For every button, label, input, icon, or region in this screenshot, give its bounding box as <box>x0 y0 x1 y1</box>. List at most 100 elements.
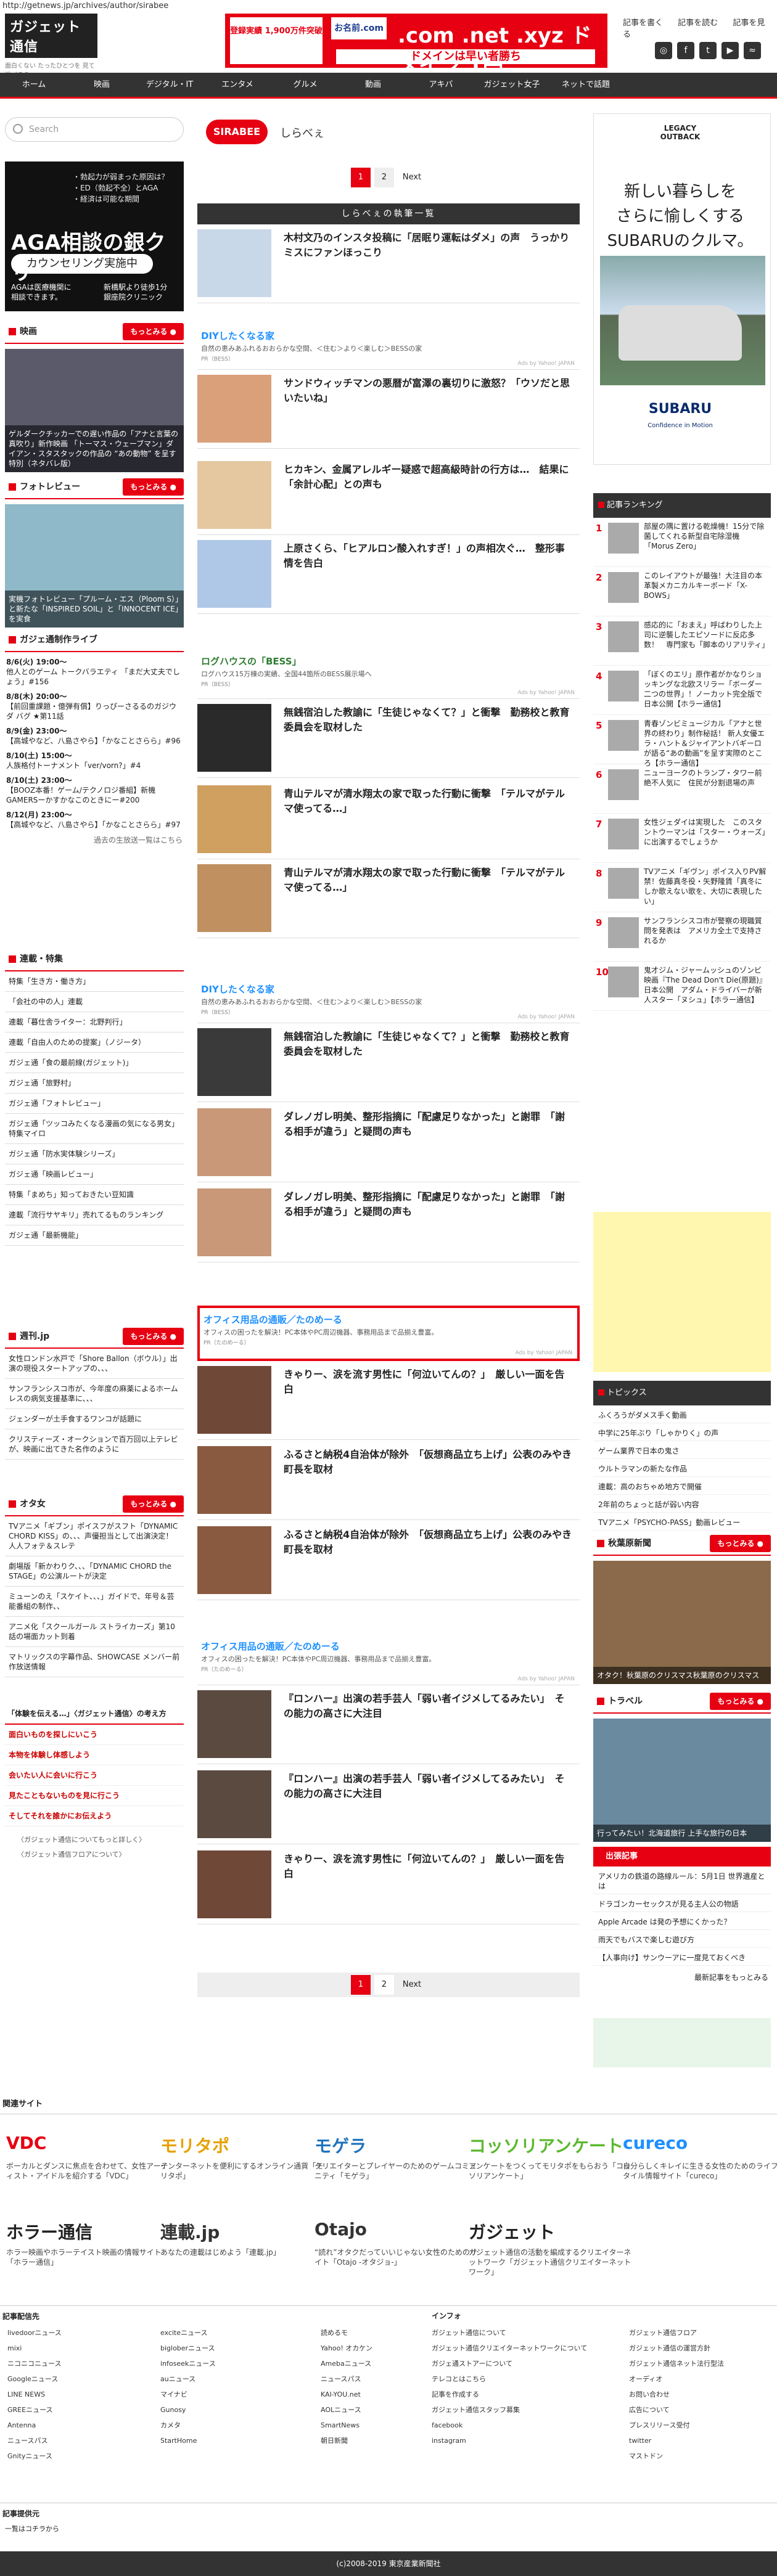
article-title[interactable]: ふるさと納税4自治体が除外 「仮想商品立ち上げ」公表のみやき町長を取材 <box>284 1447 574 1477</box>
ranking-item[interactable]: 4 「ぼくのエリ」原作者がかなりショッキングな北欧スリラー「ボーダー 二つの世界」… <box>593 666 771 715</box>
ranking-item[interactable]: 3 感応的に「おまえ」呼ばわりした上司に逆襲したエピソードに反応多数！ 専門家も「… <box>593 616 771 666</box>
related-site[interactable]: 連載.jp あなたの連載はじめよう「連載.jp」 <box>160 2219 327 2257</box>
series-item[interactable]: ガジェ通「食の最前線(ガジェット)」 <box>5 1053 184 1073</box>
more-button[interactable]: もっとみる <box>123 1495 184 1513</box>
article-thumb[interactable] <box>197 864 271 932</box>
ranking-item[interactable]: 6 ニューヨークのトランプ・タワー前絶不人気に 住民が分割退場の声 <box>593 764 771 814</box>
article-title[interactable]: ふるさと納税4自治体が除外 「仮想商品立ち上げ」公表のみやき町長を取材 <box>284 1527 574 1557</box>
topic-item[interactable]: 2年前のちょっと話が弱い内容 <box>593 1495 771 1513</box>
otaku-item[interactable]: 劇場版「新かわりク、、、「DYNAMIC CHORD the STAGE」の公演… <box>5 1556 184 1587</box>
article-title[interactable]: ダレノガレ明美、整形指摘に「配慮足りなかった」と謝罪 「謝る相手が違う」と疑問の… <box>284 1190 574 1219</box>
photo-thumb[interactable]: 実機フォトレビュー「プルーム・エス（Ploom S）」と新たな「INSPIRED… <box>5 504 184 628</box>
rank-thumb[interactable] <box>608 572 639 603</box>
footer-link[interactable]: auニュース <box>160 2371 216 2387</box>
footer-link[interactable]: 朝日新聞 <box>321 2433 372 2448</box>
footer-link[interactable]: 記事を作成する <box>432 2387 587 2402</box>
ad-row-highlight[interactable]: オフィス用品の通販／たのめーる オフィスの困ったを解決！PC本体やPC周辺機器、… <box>197 1306 580 1361</box>
article-thumb[interactable] <box>197 1850 271 1918</box>
more-button[interactable]: もっとみる <box>710 1535 771 1552</box>
footer-link[interactable]: Gnityニュース <box>7 2448 62 2464</box>
nav-movie[interactable]: 映画 <box>68 73 136 97</box>
footer-link[interactable]: twitter <box>629 2433 724 2448</box>
article-item[interactable]: 上原さくら、「ヒアルロン酸入れすぎ！」の声相次ぐ… 整形事情を告白 <box>197 535 580 614</box>
article-thumb[interactable] <box>197 704 271 772</box>
news-item[interactable]: 女性ロンドン水戸で「Shore Ballon（ボウル）」出演の現役スタートアップ… <box>5 1349 184 1379</box>
footer-link[interactable]: ニュースパス <box>321 2371 372 2387</box>
floor-link[interactable]: 〈ガジェット通信フロアについて〉 <box>17 1847 171 1862</box>
otaku-item[interactable]: マトリックスの字幕作品、SHOWCASE メンバー前作放送情報 <box>5 1647 184 1677</box>
search-input[interactable]: Search <box>5 117 184 142</box>
footer-link[interactable]: Antenna <box>7 2418 62 2433</box>
article-item[interactable]: ヒカキン、金属アレルギー疑惑で超高級時計の行方は… 結果に「余計心配」との声も <box>197 456 580 535</box>
top-link-write[interactable]: 記事を書く <box>623 18 663 28</box>
sirabee-logo[interactable]: SIRABEE <box>206 120 268 144</box>
footer-link[interactable]: ガジェット通信ネット法行型法 <box>629 2356 724 2371</box>
series-item[interactable]: 「会社の中の人」連載 <box>5 992 184 1012</box>
footer-link[interactable]: お問い合わせ <box>629 2387 724 2402</box>
topic-item[interactable]: 連載：高のおちゃめ地方で開催 <box>593 1477 771 1495</box>
rank-thumb[interactable] <box>608 621 639 652</box>
article-item[interactable]: きゃりー、涙を流す男性に「何泣いてんの？」 厳しい一面を告白 <box>197 1361 580 1440</box>
link-item[interactable]: Apple Arcade は発の予想にくかった？ <box>593 1912 771 1930</box>
footer-link[interactable]: ガジェット通信の運営方針 <box>629 2341 724 2356</box>
site-logo[interactable]: ガジェット通信 面白くない たったひとつを 見て過ごそう <box>5 14 97 79</box>
rank-thumb[interactable] <box>608 769 639 800</box>
ad-row[interactable]: DIYしたくなる家 自然の恵みあふれるおおらかな空間、＜住む＞より＜楽しむ＞BE… <box>197 324 580 370</box>
ranking-item[interactable]: 7 女性ジェダイは実現した このスタントウーマンは「スター・ウォーズ」に出演するで… <box>593 814 771 863</box>
article-item[interactable]: 『ロンハー』出演の若手芸人「弱い者イジメしてるみたい」 その能力の高さに大注目 <box>197 1765 580 1844</box>
ranking-item[interactable]: 8 TVアニメ「ギヴン」ポイス入りPV解禁！佐藤真冬役・矢野隆賃「真冬にしか歌えな… <box>593 863 771 912</box>
akiba-thumb[interactable]: オタク！秋葉原のクリスマス秋葉原のクリスマス <box>593 1561 771 1684</box>
article-title[interactable]: 木村文乃のインスタ投稿に「居眠り運転はダメ」の声 うっかりミスにファンほっこり <box>284 231 574 260</box>
news-item[interactable]: サンフランシスコ市が、今年度の麻薬によるホームレスの病気支援基準に、、、 <box>5 1379 184 1409</box>
ranking-item[interactable]: 9 サンフランシスコ市が警察の現職質問を発表は アメリカ全土で支持されるか <box>593 912 771 962</box>
footer-link[interactable]: SmartNews <box>321 2418 372 2433</box>
rank-title[interactable]: 「ぼくのエリ」原作者がかなりショッキングな北欧スリラー「ボーダー 二つの世界」！… <box>644 669 770 709</box>
live-more-link[interactable]: 過去の生放送一覧はこちら <box>6 835 183 845</box>
article-thumb[interactable] <box>197 1690 271 1758</box>
rank-title[interactable]: このレイアウトが最強！大注目の本革製メカニカルキーボード「X-BOWS」 <box>644 571 767 600</box>
article-title[interactable]: 青山テルマが清水翔太の家で取った行動に衝撃 「テルマがテルマ使ってる…」 <box>284 865 574 895</box>
twitter-icon[interactable]: t <box>699 42 717 59</box>
rank-thumb[interactable] <box>608 967 639 997</box>
footer-link[interactable]: Gunosy <box>160 2402 216 2418</box>
footer-link[interactable]: livedoorニュース <box>7 2325 62 2341</box>
footer-link[interactable]: facebook <box>432 2418 587 2433</box>
live-item[interactable]: 8/8(木) 20:00〜 【前回重課題・億弾有償】りっぴーさるるのガジウダ バグ… <box>6 692 183 721</box>
article-title[interactable]: ヒカキン、金属アレルギー疑惑で超高級時計の行方は… 結果に「余計心配」との声も <box>284 462 574 492</box>
topic-item[interactable]: ウルトラマンの新たな作品 <box>593 1459 771 1477</box>
footer-link[interactable]: Yahoo! オカケン <box>321 2341 372 2356</box>
footer-link[interactable]: テレコとはこちら <box>432 2371 587 2387</box>
related-site[interactable]: モゲラ クリエイターとプレイヤーのためのゲームコミュニティ「モゲラ」 <box>314 2133 481 2181</box>
about-link[interactable]: 〈ガジェット通信についてもっと詳しく〉 <box>17 1833 171 1847</box>
article-thumb[interactable] <box>197 229 271 297</box>
footer-link[interactable]: プレスリリース受付 <box>629 2418 724 2433</box>
bottom-side-banner[interactable] <box>593 2018 771 2067</box>
article-title[interactable]: きゃりー、涙を流す男性に「何泣いてんの？」 厳しい一面を告白 <box>284 1852 574 1881</box>
rss-icon[interactable]: ≈ <box>744 42 761 59</box>
article-title[interactable]: きゃりー、涙を流す男性に「何泣いてんの？」 厳しい一面を告白 <box>284 1367 574 1397</box>
rank-thumb[interactable] <box>608 868 639 899</box>
article-thumb[interactable] <box>197 1770 271 1838</box>
article-thumb[interactable] <box>197 1366 271 1434</box>
series-item[interactable]: 連載「暮仕舎ライター：北野判行」 <box>5 1012 184 1032</box>
rank-title[interactable]: 女性ジェダイは実現した このスタントウーマンは「スター・ウォーズ」に出演するでし… <box>644 817 767 847</box>
series-item[interactable]: ガジェ通「ツッコみたくなる漫画の気になる男女」特集マイロ <box>5 1114 184 1144</box>
article-title[interactable]: 無銭宿泊した教諭に「生徒じゃなくて？」と衝撃 勤務校と教育委員会を取材した <box>284 705 574 735</box>
news-item[interactable]: クリスティーズ・オークションで百万回以上テレビが、映画に出てきた名作のように <box>5 1429 184 1460</box>
footer-link[interactable]: 読めるモ <box>321 2325 372 2341</box>
nav-video[interactable]: 動画 <box>339 73 407 97</box>
rank-title[interactable]: 青春ゾンビミュージカル「アナと世界の終わり」制作秘話！ 新人女優エラ・ハント＆ジ… <box>644 719 767 768</box>
footer-link[interactable]: ニコニコニュース <box>7 2356 62 2371</box>
rank-thumb[interactable] <box>608 671 639 701</box>
page-1[interactable]: 1 <box>350 1975 371 1995</box>
related-site[interactable]: ホラー通信 ホラー映画やホラーテイスト映画の情報サイト「ホラー通信」 <box>6 2219 173 2267</box>
nav-home[interactable]: ホーム <box>0 73 68 97</box>
news-item[interactable]: ジェンダーが土手食するワンコが話題に <box>5 1409 184 1429</box>
article-thumb[interactable] <box>197 540 271 608</box>
more-button[interactable]: もっとみる <box>123 323 184 340</box>
reason-link[interactable]: 面白いものを探しにいこう <box>5 1725 184 1745</box>
link-item[interactable]: ドラゴンカーセックスが見る主人公の物語 <box>593 1894 771 1912</box>
related-site[interactable]: cureco 自分らしくキレイに生きる女性のためのライフスタイル情報サイト「cur… <box>623 2133 777 2181</box>
movie-thumb[interactable]: ゲルダークチッカーでの遅い作品の「アナと言葉の真吹り」新作映画 「トーマス・ウェ… <box>5 349 184 472</box>
rank-title[interactable]: 鬼才ジム・ジャームッシュのゾンビ映画『The Dead Don't Die(原題… <box>644 965 767 1005</box>
